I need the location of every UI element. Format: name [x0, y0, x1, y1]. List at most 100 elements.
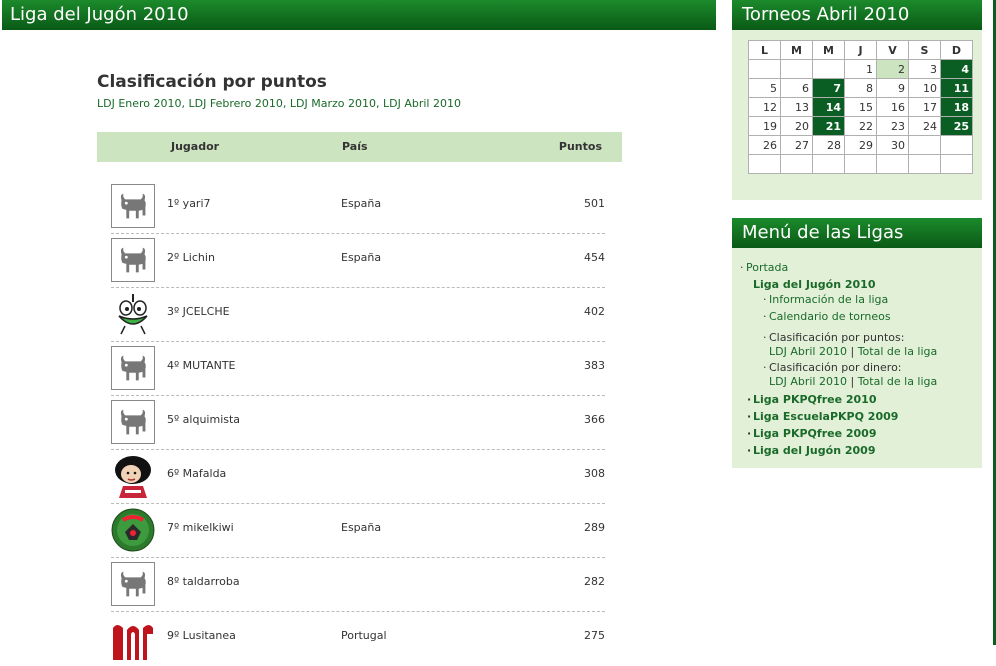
calendar-week: 26 27 28 29 30: [748, 135, 973, 155]
table-row: 9º Lusitanea Portugal 275: [111, 612, 605, 666]
player-country: España: [341, 521, 382, 534]
calendar-header: Torneos Abril 2010: [732, 0, 982, 30]
player-points: 366: [584, 413, 605, 426]
link-points-total[interactable]: Total de la liga: [858, 345, 938, 358]
calendar-day[interactable]: 11: [940, 78, 973, 98]
link-jugon-2009[interactable]: Liga del Jugón 2009: [753, 444, 875, 457]
calendar-title: Torneos Abril 2010: [742, 4, 910, 25]
link-portada[interactable]: Portada: [746, 261, 788, 274]
calendar-day: 6: [780, 78, 813, 98]
header-jugador: Jugador: [171, 140, 220, 153]
calendar-week: [748, 154, 973, 174]
main-content: Clasificación por puntos LDJ Enero 2010,…: [97, 70, 622, 660]
weekday-jueves: J: [844, 40, 877, 60]
ranking-table: 1º yari7 España 501 2º Lichin España 454…: [111, 180, 605, 666]
player-name: 8º taldarroba: [167, 575, 240, 588]
table-row: 3º JCELCHE 402: [111, 288, 605, 342]
calendar-day: 17: [908, 97, 941, 117]
calendar-day[interactable]: 14: [812, 97, 845, 117]
calendar-empty-cell: [844, 154, 877, 174]
bull-icon: [111, 184, 155, 228]
calendar-day: 9: [876, 78, 909, 98]
table-row: 8º taldarroba 282: [111, 558, 605, 612]
header-pais: País: [342, 140, 368, 153]
calendar-day[interactable]: 4: [940, 59, 973, 79]
menu-title: Menú de las Ligas: [742, 222, 904, 243]
link-info[interactable]: Información de la liga: [769, 293, 888, 306]
link-pkpqfree-2010[interactable]: Liga PKPQfree 2010: [753, 393, 876, 406]
player-name: 4º MUTANTE: [167, 359, 236, 372]
calendar-day[interactable]: 21: [812, 116, 845, 136]
table-row: 1º yari7 España 501: [111, 180, 605, 234]
player-name: 1º yari7: [167, 197, 211, 210]
player-name: 3º JCELCHE: [167, 305, 230, 318]
bull-icon: [111, 238, 155, 282]
month-links: LDJ Enero 2010, LDJ Febrero 2010, LDJ Ma…: [97, 97, 461, 110]
link-ldj-febrero[interactable]: LDJ Febrero 2010: [189, 97, 283, 110]
bull-icon: [111, 346, 155, 390]
calendar-day: 27: [780, 135, 813, 155]
weekday-lunes: L: [748, 40, 781, 60]
calendar-day[interactable]: 7: [812, 78, 845, 98]
calendar-day: 1: [844, 59, 877, 79]
player-country: España: [341, 197, 382, 210]
calendar-day: 26: [748, 135, 781, 155]
calendar-day: 8: [844, 78, 877, 98]
player-name: 9º Lusitanea: [167, 629, 236, 642]
menu-item-escuela-2009[interactable]: · Liga EscuelaPKPQ 2009: [747, 410, 898, 423]
player-name: 5º alquimista: [167, 413, 241, 426]
calendar-empty-cell: [812, 59, 845, 79]
player-name: 2º Lichin: [167, 251, 215, 264]
table-header: Jugador País Puntos: [97, 132, 622, 162]
cartoon-bird-icon: [111, 292, 155, 336]
player-points: 289: [584, 521, 605, 534]
calendar-empty-cell: [908, 135, 941, 155]
league-menu: · Portada Liga del Jugón 2010 · Informació…: [732, 248, 982, 468]
main-header-title: Liga del Jugón 2010: [10, 4, 189, 25]
calendar-empty-cell: [876, 154, 909, 174]
calendar-day[interactable]: 18: [940, 97, 973, 117]
table-row: 4º MUTANTE 383: [111, 342, 605, 396]
calendar-day: 28: [812, 135, 845, 155]
table-row: 2º Lichin España 454: [111, 234, 605, 288]
calendar-empty-cell: [908, 154, 941, 174]
calendar-box: L M M J V S D 1 2 3 4 5 6 7 8 9 10 11 12 13 14 15 16 17 1…: [732, 30, 982, 200]
header-puntos: Puntos: [558, 140, 602, 153]
table-row: 5º alquimista 366: [111, 396, 605, 450]
player-country: Portugal: [341, 629, 387, 642]
player-points: 402: [584, 305, 605, 318]
link-calendar[interactable]: Calendario de torneos: [769, 310, 891, 323]
calendar-day[interactable]: 25: [940, 116, 973, 136]
link-escuela-2009[interactable]: Liga EscuelaPKPQ 2009: [753, 410, 898, 423]
calendar-day: 23: [876, 116, 909, 136]
menu-item-pkpqfree-2009[interactable]: · Liga PKPQfree 2009: [747, 427, 876, 440]
link-money-abril[interactable]: LDJ Abril 2010: [769, 375, 847, 388]
menu-item-pkpqfree-2010[interactable]: · Liga PKPQfree 2010: [747, 393, 876, 406]
calendar-day: 13: [780, 97, 813, 117]
menu-item-jugon-2009[interactable]: · Liga del Jugón 2009: [747, 444, 875, 457]
menu-item-portada[interactable]: · Portada: [740, 261, 788, 274]
menu-item-calendar[interactable]: · Calendario de torneos: [763, 310, 891, 323]
calendar-day: 20: [780, 116, 813, 136]
calendar-week: 12 13 14 15 16 17 18: [748, 97, 973, 117]
bull-icon: [111, 400, 155, 444]
link-ldj-marzo[interactable]: LDJ Marzo 2010: [290, 97, 376, 110]
calendar-day: 2: [876, 59, 909, 79]
link-ldj-abril[interactable]: LDJ Abril 2010: [383, 97, 461, 110]
menu-item-current-league: Liga del Jugón 2010: [753, 278, 876, 291]
player-points: 282: [584, 575, 605, 588]
player-points: 501: [584, 197, 605, 210]
red-logo-icon: [111, 616, 155, 660]
points-links: LDJ Abril 2010 | Total de la liga: [769, 345, 937, 358]
link-ldj-enero[interactable]: LDJ Enero 2010: [97, 97, 182, 110]
menu-item-info[interactable]: · Información de la liga: [763, 293, 888, 306]
calendar-day: 16: [876, 97, 909, 117]
calendar-empty-cell: [940, 154, 973, 174]
menu-header: Menú de las Ligas: [732, 218, 982, 248]
calendar-day: 5: [748, 78, 781, 98]
link-points-abril[interactable]: LDJ Abril 2010: [769, 345, 847, 358]
link-pkpqfree-2009[interactable]: Liga PKPQfree 2009: [753, 427, 876, 440]
link-money-total[interactable]: Total de la liga: [858, 375, 938, 388]
calendar-day: 19: [748, 116, 781, 136]
calendar-week: 19 20 21 22 23 24 25: [748, 116, 973, 136]
